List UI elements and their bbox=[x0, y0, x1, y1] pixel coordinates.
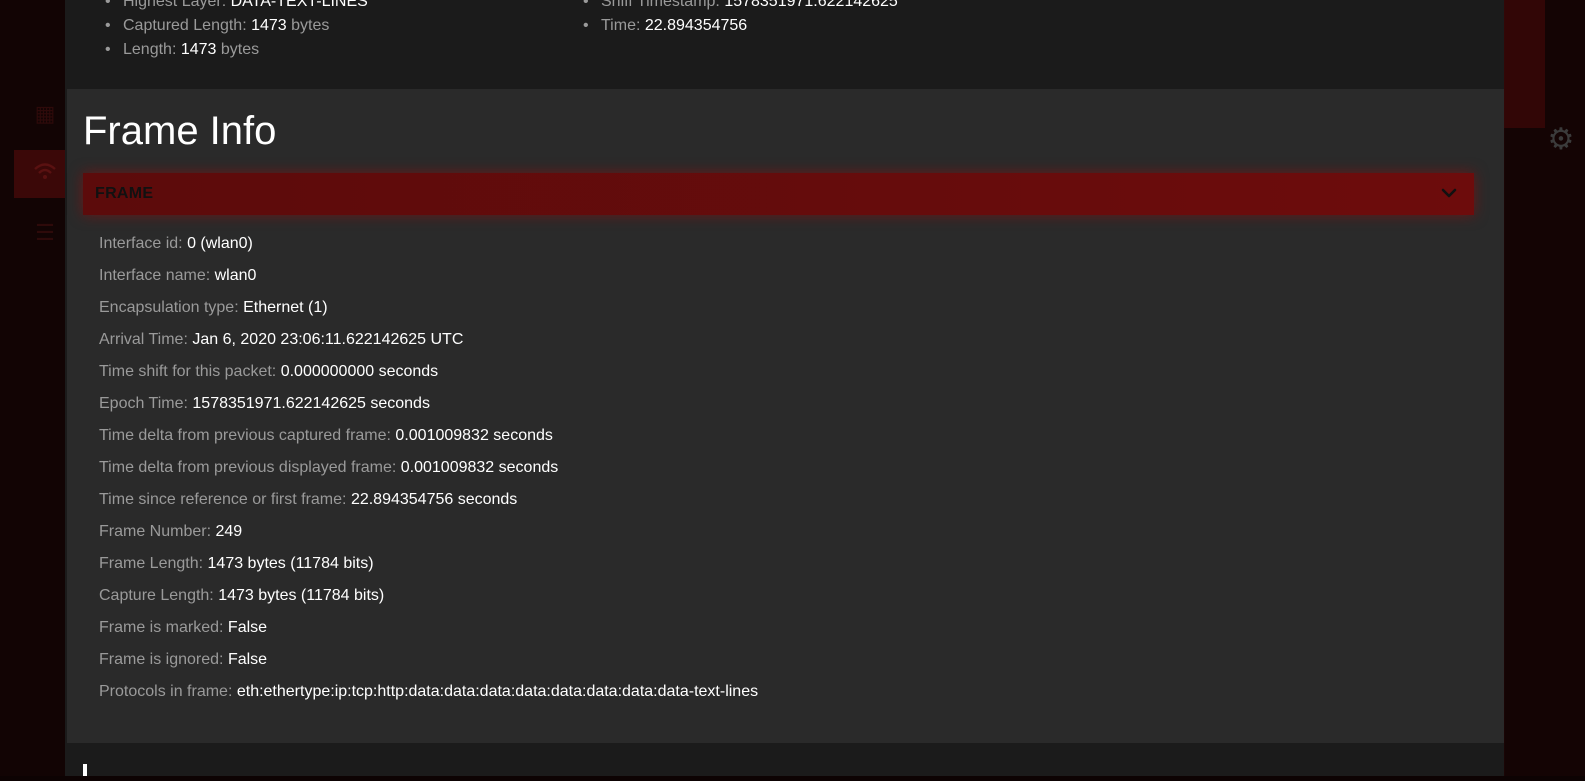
frame-accordion-toggle[interactable]: FRAME bbox=[83, 173, 1474, 215]
field-value: 1578351971.622142625 seconds bbox=[192, 395, 430, 412]
dashboard-icon[interactable]: ▦ bbox=[30, 99, 60, 129]
field-label: Interface name: bbox=[99, 267, 211, 284]
field-label: Frame is ignored: bbox=[99, 651, 224, 668]
summary-value: DATA-TEXT-LINES bbox=[230, 0, 368, 10]
field-label: Capture Length: bbox=[99, 587, 214, 604]
frame-field-row: Capture Length: 1473 bytes (11784 bits) bbox=[99, 587, 758, 619]
field-label: Interface id: bbox=[99, 235, 183, 252]
field-value: 1473 bytes (11784 bits) bbox=[207, 555, 374, 572]
field-label: Protocols in frame: bbox=[99, 683, 233, 700]
frame-field-row: Time delta from previous captured frame:… bbox=[99, 427, 758, 459]
field-label: Time shift for this packet: bbox=[99, 363, 277, 380]
summary-label: Length: bbox=[123, 41, 177, 58]
field-value: 249 bbox=[215, 523, 243, 540]
field-value: 1473 bytes (11784 bits) bbox=[218, 587, 385, 604]
packet-summary: Highest Layer: DATA-TEXT-LINES Captured … bbox=[65, 0, 1504, 89]
frame-field-row: Arrival Time: Jan 6, 2020 23:06:11.62214… bbox=[99, 331, 758, 363]
summary-item: Sniff Timestamp: 1578351971.622142625 bbox=[583, 0, 898, 14]
summary-value: 22.894354756 bbox=[644, 17, 748, 34]
summary-label: Time: bbox=[601, 17, 641, 34]
frame-info-section: Frame Info FRAME Interface id: 0 (wlan0)… bbox=[67, 89, 1504, 743]
frame-field-row: Time since reference or first frame: 22.… bbox=[99, 491, 758, 523]
summary-item: Highest Layer: DATA-TEXT-LINES bbox=[105, 0, 368, 14]
field-label: Frame Number: bbox=[99, 523, 212, 540]
field-label: Epoch Time: bbox=[99, 395, 188, 412]
summary-item: Time: 22.894354756 bbox=[583, 14, 898, 38]
packet-detail-modal: Highest Layer: DATA-TEXT-LINES Captured … bbox=[65, 0, 1504, 776]
field-label: Time since reference or first frame: bbox=[99, 491, 347, 508]
frame-field-row: Epoch Time: 1578351971.622142625 seconds bbox=[99, 395, 758, 427]
next-section-heading bbox=[81, 756, 101, 776]
field-value: 0.000000000 seconds bbox=[280, 363, 439, 380]
frame-field-row: Protocols in frame: eth:ethertype:ip:tcp… bbox=[99, 683, 758, 715]
summary-label: Sniff Timestamp: bbox=[601, 0, 720, 10]
wifi-icon[interactable] bbox=[30, 159, 60, 189]
summary-label: Captured Length: bbox=[123, 17, 247, 34]
summary-value: 1473 bbox=[180, 41, 217, 58]
summary-unit: bytes bbox=[220, 41, 260, 58]
field-value: False bbox=[227, 651, 268, 668]
summary-value: 1473 bbox=[251, 17, 287, 34]
summary-item: Length: 1473 bytes bbox=[105, 38, 368, 62]
frame-field-row: Time shift for this packet: 0.000000000 … bbox=[99, 363, 758, 395]
field-value: wlan0 bbox=[214, 267, 257, 284]
frame-field-row: Interface name: wlan0 bbox=[99, 267, 758, 299]
field-label: Arrival Time: bbox=[99, 331, 188, 348]
summary-label: Highest Layer: bbox=[123, 0, 227, 10]
chevron-down-icon bbox=[1441, 188, 1457, 198]
summary-item: Captured Length: 1473 bytes bbox=[105, 14, 368, 38]
accordion-title: FRAME bbox=[95, 185, 154, 202]
frame-field-list: Interface id: 0 (wlan0) Interface name: w… bbox=[99, 235, 758, 715]
summary-list-right: Sniff Timestamp: 1578351971.622142625 Ti… bbox=[583, 0, 898, 38]
next-heading-glyph bbox=[83, 764, 87, 776]
list-icon[interactable]: ☰ bbox=[30, 218, 60, 248]
field-label: Time delta from previous displayed frame… bbox=[99, 459, 397, 476]
frame-field-row: Frame Length: 1473 bytes (11784 bits) bbox=[99, 555, 758, 587]
field-value: eth:ethertype:ip:tcp:http:data:data:data… bbox=[236, 683, 759, 700]
section-title: Frame Info bbox=[83, 109, 277, 153]
field-value: False bbox=[227, 619, 268, 636]
frame-field-row: Frame Number: 249 bbox=[99, 523, 758, 555]
summary-list-left: Highest Layer: DATA-TEXT-LINES Captured … bbox=[105, 0, 368, 62]
field-value: 0 (wlan0) bbox=[187, 235, 253, 252]
frame-field-row: Interface id: 0 (wlan0) bbox=[99, 235, 758, 267]
field-value: Ethernet (1) bbox=[243, 299, 328, 316]
frame-field-row: Time delta from previous displayed frame… bbox=[99, 459, 758, 491]
field-label: Frame is marked: bbox=[99, 619, 224, 636]
summary-value: 1578351971.622142625 bbox=[724, 0, 898, 10]
frame-field-row: Frame is marked: False bbox=[99, 619, 758, 651]
frame-field-row: Frame is ignored: False bbox=[99, 651, 758, 683]
field-value: 22.894354756 seconds bbox=[350, 491, 518, 508]
frame-field-row: Encapsulation type: Ethernet (1) bbox=[99, 299, 758, 331]
gear-icon[interactable]: ⚙ bbox=[1543, 122, 1579, 158]
summary-unit: bytes bbox=[291, 17, 330, 34]
field-label: Encapsulation type: bbox=[99, 299, 239, 316]
field-value: 0.001009832 seconds bbox=[400, 459, 559, 476]
field-value: Jan 6, 2020 23:06:11.622142625 UTC bbox=[192, 331, 464, 348]
field-label: Time delta from previous captured frame: bbox=[99, 427, 391, 444]
field-label: Frame Length: bbox=[99, 555, 204, 572]
field-value: 0.001009832 seconds bbox=[395, 427, 553, 444]
wifi-icon-svg bbox=[34, 163, 56, 179]
